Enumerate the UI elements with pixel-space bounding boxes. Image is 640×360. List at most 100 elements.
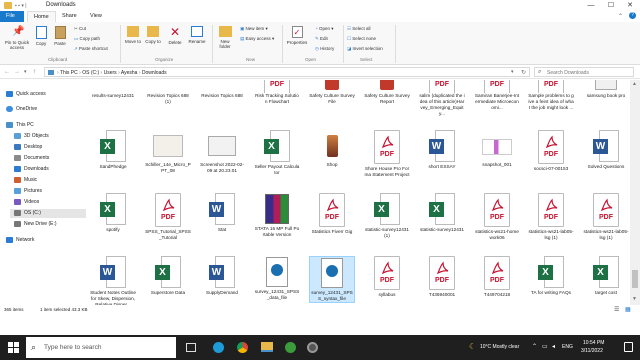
file-item[interactable]: PDF Sample problems to give a feint idea … [528,80,574,111]
new-folder-button[interactable]: New folder [215,26,235,49]
new-item-button[interactable]: ▣ New item ▾ [240,26,268,32]
file-item[interactable]: PDF Risk Tracking Solution Flowchart [254,80,300,105]
nav-item-this-pc[interactable]: This PC [6,121,34,130]
tab-file[interactable]: File [0,11,24,22]
history-button[interactable]: ◷ History [315,46,334,52]
file-item[interactable]: Xspotify [90,193,136,233]
nav-item-network[interactable]: Network [6,236,34,245]
nav-item-quick-access[interactable]: Quick access [6,90,46,99]
rename-button[interactable]: Rename [186,26,208,44]
copy-to-button[interactable]: Copy to [144,26,162,44]
back-arrow-icon[interactable]: ← [4,69,10,75]
file-explorer-icon[interactable] [261,342,273,352]
forward-arrow-icon[interactable]: → [14,69,20,75]
file-item[interactable]: Revision Topics 688 [199,80,245,99]
windows-start-icon[interactable] [8,342,19,353]
nav-item-onedrive[interactable]: OneDrive [6,105,37,114]
file-item[interactable]: Safety Culture Survey File [309,80,355,105]
file-item[interactable]: PDF statistics-ws21-homework06 [474,193,520,241]
tab-view[interactable]: View [84,11,108,22]
pin-quick-access-button[interactable]: 📌 Pin to Quick access [2,26,32,50]
recent-locations-icon[interactable]: ▾ [24,69,27,75]
nav-item-pictures[interactable]: Pictures [14,187,42,196]
volume-icon[interactable]: ◂ [552,343,555,350]
file-item[interactable]: PDF Shore House Pro Forma Statement Proje… [364,130,410,178]
open-button[interactable]: ◔ Open ▾ [315,26,334,32]
chrome-icon[interactable] [237,342,248,353]
file-item[interactable]: Xtarget cost [583,256,629,296]
edit-button[interactable]: ✎ Edit [315,36,328,42]
breadcrumb-os-c[interactable]: OS (C:) [82,70,99,76]
nav-item-os-c[interactable]: OS (C:) [10,209,86,218]
vertical-scrollbar[interactable]: ▲ ▼ [630,80,640,305]
media-icon[interactable] [307,342,318,353]
file-item[interactable]: PDF statistics-ws21-lab05-lsg (1) [528,193,574,241]
properties-button[interactable]: ✓ Properties [284,26,310,45]
help-icon[interactable]: ? [629,12,636,19]
copy-button[interactable]: Copy [33,26,49,46]
nav-item-3d-objects[interactable]: 3D Objects [14,132,49,141]
scroll-up-icon[interactable]: ▲ [632,81,637,87]
select-all-button[interactable]: ☷ Select all [347,26,371,32]
select-none-button[interactable]: ☐ Select none [347,36,376,42]
nav-item-desktop[interactable]: Desktop [14,143,42,152]
nav-item-documents[interactable]: Documents [14,154,49,163]
address-dropdown-icon[interactable]: ▾ [511,69,514,75]
file-item[interactable]: Safety Culture Survey Report [364,80,410,105]
file-item[interactable]: snapshot_001 [474,130,520,168]
file-item[interactable]: PDF salim (duplicated the idea of this ar… [419,80,465,117]
file-item[interactable]: X SandPhedge [90,130,136,170]
file-item[interactable]: PDF syllabus [364,256,410,298]
breadcrumb-users[interactable]: Users [104,70,117,76]
file-item[interactable]: PDF SPSS_Tutorial_SPSS_Tutorial [145,193,191,241]
file-item[interactable]: PDF Statistics Fiverr Gig [309,193,355,235]
task-view-icon[interactable] [186,343,196,352]
file-item[interactable]: Revision Topics 688 (1) [145,80,191,105]
nav-item-downloads[interactable]: Downloads [14,165,49,174]
large-icons-view-icon[interactable]: ▦ [625,306,631,313]
minimize-button[interactable]: — [581,0,601,11]
maximize-button[interactable]: ☐ [601,0,621,11]
file-item[interactable]: W Stat [199,193,245,233]
delete-button[interactable]: ✕ Delete [166,26,184,45]
search-input[interactable]: Search Downloads [547,70,589,76]
nav-item-new-drive-e[interactable]: New Drive (E:) [14,220,57,229]
file-item[interactable]: Screenshot 2022-02-09 at 20.23.01 [199,130,245,174]
app-icon[interactable] [285,342,296,353]
file-item[interactable]: results-survey12431 [90,80,136,99]
file-item[interactable]: Wshort ESSAY [419,130,465,170]
breadcrumb-downloads[interactable]: Downloads [142,70,167,76]
tab-home[interactable]: Home [27,11,56,22]
file-item[interactable]: X TA for writing FAQs [528,256,574,296]
clock-time[interactable]: 10:54 PM [583,340,604,346]
taskbar-search-input[interactable]: Type here to search [44,344,101,351]
file-item[interactable]: PDF socsci-07-00153 [528,130,574,172]
file-item[interactable]: W SupplyDemand [199,256,245,296]
invert-selection-button[interactable]: ◪ Invert selection [347,46,383,52]
notification-icon[interactable] [624,342,633,352]
search-box[interactable]: ⌕ Search Downloads [534,67,634,77]
close-button[interactable]: ✕ [620,0,640,11]
file-item[interactable]: X Seller Payout Calculator [254,130,300,176]
paste-button[interactable]: Paste [52,26,68,46]
cut-button[interactable]: ✂ Cut [74,26,86,32]
file-item[interactable]: samsung book pro [583,80,629,99]
edge-icon[interactable] [213,342,224,353]
file-item[interactable]: Xstatistic-survey12431 [419,193,465,233]
file-item[interactable]: PDF T449704218 [474,256,520,298]
file-item[interactable]: Xstatistic-survey12431 (1) [364,193,410,239]
address-box[interactable]: › This PC › OS (C:) › Users › Ayesha › D… [44,67,530,77]
nav-item-music[interactable]: Music [14,176,37,185]
breadcrumb-ayesha[interactable]: Ayesha [121,70,138,76]
clock-date[interactable]: 3/11/2022 [581,348,603,354]
file-item[interactable]: Shop [309,130,355,168]
copy-path-button[interactable]: ▭ Copy path [74,36,100,42]
network-tray-icon[interactable]: ▭ [542,343,548,350]
tray-chevron-icon[interactable]: ⌃ [532,343,537,350]
paste-shortcut-button[interactable]: ↗ Paste shortcut [74,46,108,52]
nav-item-videos[interactable]: Videos [14,198,39,207]
scroll-thumb[interactable] [632,270,638,288]
up-arrow-icon[interactable]: ↑ [33,69,36,75]
file-item[interactable]: PDF statistics-ws21-lab05-lsg (1) [583,193,629,241]
refresh-icon[interactable]: ↻ [521,69,526,76]
